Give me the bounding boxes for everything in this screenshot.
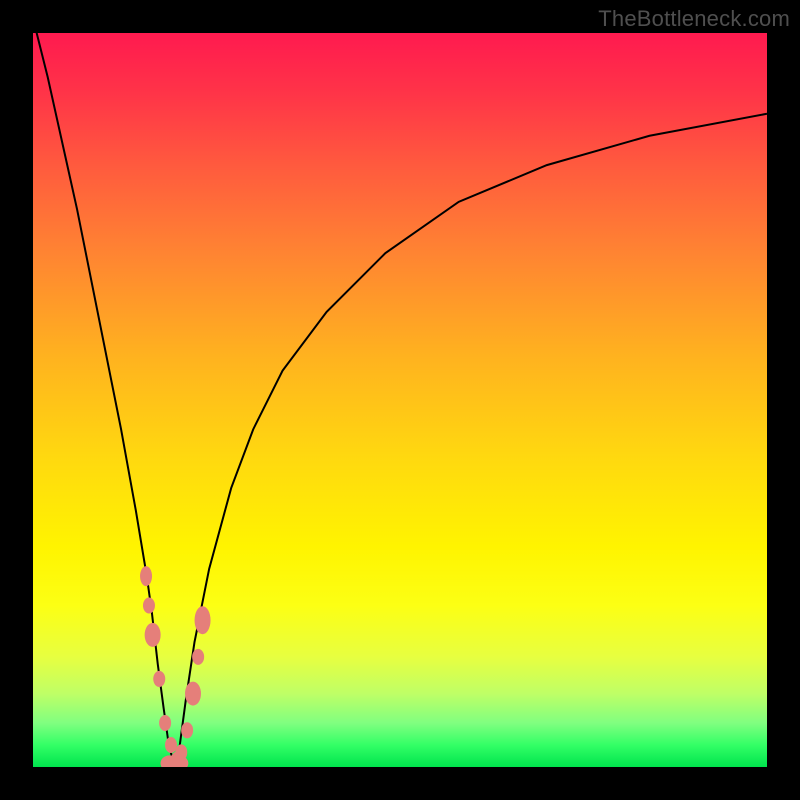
data-marker (181, 722, 193, 738)
watermark-text: TheBottleneck.com (598, 6, 790, 32)
data-marker (185, 682, 201, 706)
data-marker (143, 598, 155, 614)
bottleneck-curve (33, 33, 767, 767)
marker-group (140, 566, 211, 767)
data-marker (159, 715, 171, 731)
data-marker (192, 649, 204, 665)
data-marker (165, 737, 177, 753)
curve-layer (33, 33, 767, 767)
data-marker (195, 606, 211, 634)
chart-frame: TheBottleneck.com (0, 0, 800, 800)
data-marker (153, 671, 165, 687)
data-marker (140, 566, 152, 586)
data-marker (145, 623, 161, 647)
plot-area (33, 33, 767, 767)
